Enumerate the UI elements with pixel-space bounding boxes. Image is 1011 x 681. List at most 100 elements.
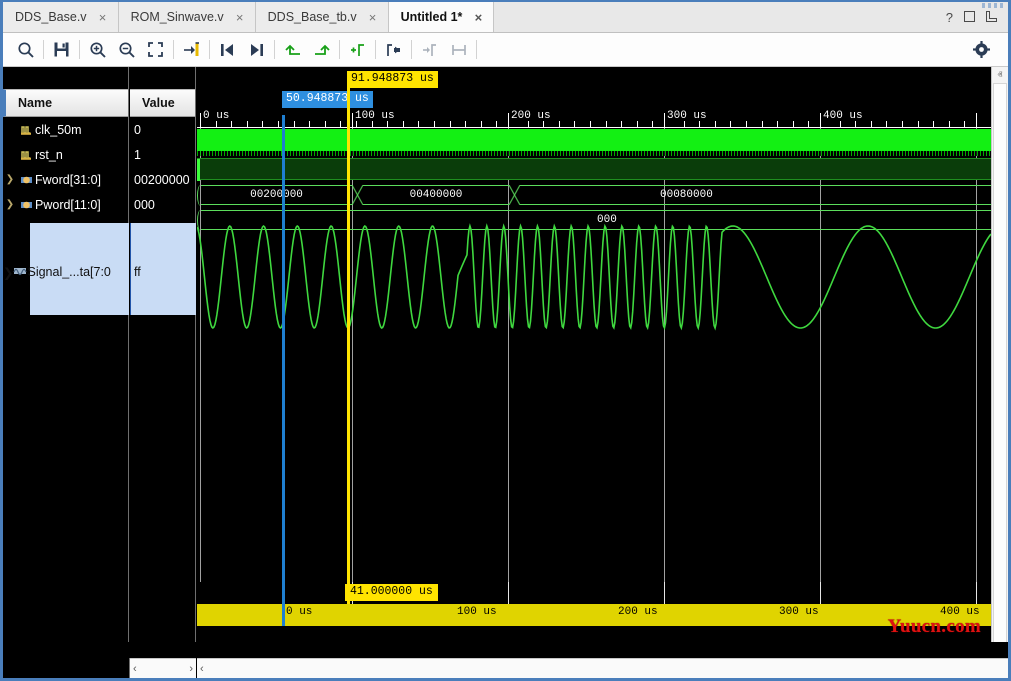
waveform-horizontal-scrollbar[interactable]: ‹ [197,658,1008,678]
search-icon[interactable] [11,37,40,63]
overview-strip[interactable]: 41.000000 us 0 us 100 us 200 us 300 us 4… [197,582,991,642]
scrollbar-corner [991,658,1008,678]
ruler-tick-label: 400 us [820,110,863,122]
waveform-canvas[interactable]: 0 us 100 us 200 us 300 us 400 us 0020000… [197,67,991,642]
time-ruler[interactable]: 0 us 100 us 200 us 300 us 400 us [197,105,991,128]
ruler-minor-tick [933,121,934,127]
toolbar-separator [375,40,376,59]
ruler-minor-tick [216,121,217,127]
overview-tick [603,626,604,632]
chevron-right-icon[interactable]: ❯ [3,265,13,280]
signal-row-pword[interactable]: ❯ Pword[11:0] [3,192,128,217]
overview-tick [409,626,410,632]
overview-tick [651,626,652,632]
ruler-tick-label: 200 us [508,110,551,122]
overview-tick [699,626,700,632]
signal-name-label: clk_50m [35,123,82,137]
prev-transition-icon[interactable] [213,37,242,63]
ruler-major-tick [976,113,977,127]
scroll-left-icon[interactable]: ‹ [200,663,204,675]
signal-row-signal-data[interactable]: ❯ Signal_...ta[7:0 [3,261,129,283]
overview-tick-label: 200 us [614,606,658,618]
ruler-minor-tick [294,121,295,127]
help-icon[interactable]: ? [946,11,953,24]
ruler-minor-tick [465,121,466,127]
waveform-body: Name clk_50m rst_n ❯ Fword[31:0] ❯ Pword… [3,67,1008,678]
scroll-up-icon[interactable]: ⱏ [992,67,1008,83]
signal-row-clk-50m[interactable]: clk_50m [3,117,128,142]
ruler-minor-tick [684,121,685,127]
ruler-minor-tick [262,121,263,127]
signal-row-fword[interactable]: ❯ Fword[31:0] [3,167,128,192]
zoom-in-icon[interactable] [83,37,112,63]
toolbar-separator [79,40,80,59]
zoom-out-icon[interactable] [112,37,141,63]
waveform-fword: 00200000 00400000 00080000 [197,185,991,205]
next-marker-icon[interactable] [415,37,444,63]
chevron-right-icon[interactable]: ❯ [3,174,17,185]
next-transition-icon[interactable] [242,37,271,63]
float-icon[interactable] [986,11,997,24]
close-icon[interactable]: × [97,11,109,24]
overview-ticks [197,626,991,637]
secondary-cursor[interactable] [282,115,285,642]
ruler-minor-tick [606,121,607,127]
vertical-scrollbar[interactable]: ⱏ ⱟ [991,67,1008,642]
close-icon[interactable]: × [472,11,484,24]
ruler-minor-tick [621,121,622,127]
save-icon[interactable] [47,37,76,63]
overview-primary-cursor[interactable] [347,582,350,604]
primary-cursor[interactable] [347,77,350,642]
waveform-signal-data-analog [197,222,991,332]
ruler-minor-tick [450,121,451,127]
close-icon[interactable]: × [234,11,246,24]
grid-line [976,128,977,642]
bus-segment: 00400000 [363,185,509,205]
value-horizontal-scrollbar[interactable]: ‹ › [130,658,196,678]
overview-tick [586,626,587,632]
add-marker-icon[interactable] [343,37,372,63]
chevron-right-icon[interactable]: ❯ [3,199,17,210]
value-column: Value 0 1 00200000 000 [130,67,196,642]
overview-tick [441,626,442,632]
tab-untitled-1[interactable]: Untitled 1* × [389,2,495,32]
ruler-minor-tick [278,121,279,127]
scroll-left-icon[interactable]: ‹ [133,663,137,675]
vertical-scroll-thumb[interactable] [993,83,1007,643]
toolbar [3,33,1008,67]
ruler-tick-label: 300 us [664,110,707,122]
signal-name-label: rst_n [35,148,63,162]
restore-icon[interactable] [964,11,975,24]
grid-line [508,128,509,642]
signal-row-rst-n[interactable]: rst_n [3,142,128,167]
signal-name-list: clk_50m rst_n ❯ Fword[31:0] ❯ Pword[11:0… [3,117,128,642]
toolbar-separator [411,40,412,59]
prev-marker-icon[interactable] [379,37,408,63]
tab-rom-sinwave[interactable]: ROM_Sinwave.v × [119,2,256,32]
ruler-minor-tick [496,121,497,127]
tab-dds-base[interactable]: DDS_Base.v × [3,2,119,32]
overview-visible-range[interactable] [197,604,991,626]
close-icon[interactable]: × [367,11,379,24]
measure-icon[interactable] [444,37,473,63]
overview-tick [522,626,523,636]
overview-marker-label: 41.000000 us [345,584,438,601]
gear-icon[interactable] [967,37,996,63]
ruler-minor-tick [356,121,357,127]
overview-tick [538,626,539,632]
goto-cursor-icon[interactable] [177,37,206,63]
tab-dds-base-tb[interactable]: DDS_Base_tb.v × [256,2,389,32]
zoom-fit-icon[interactable] [141,37,170,63]
scroll-down-icon[interactable]: ⱟ [992,626,1008,642]
overview-tick [281,626,282,632]
prev-edge-icon[interactable] [278,37,307,63]
overview-secondary-cursor[interactable] [282,582,285,626]
next-edge-icon[interactable] [307,37,336,63]
overview-tick [200,626,201,636]
clock-signal-icon [17,124,35,136]
overview-tick [554,626,555,632]
tab-label: Untitled 1* [401,10,463,24]
overview-tick [393,626,394,632]
scroll-right-icon[interactable]: › [189,663,193,675]
ruler-minor-tick [855,121,856,127]
